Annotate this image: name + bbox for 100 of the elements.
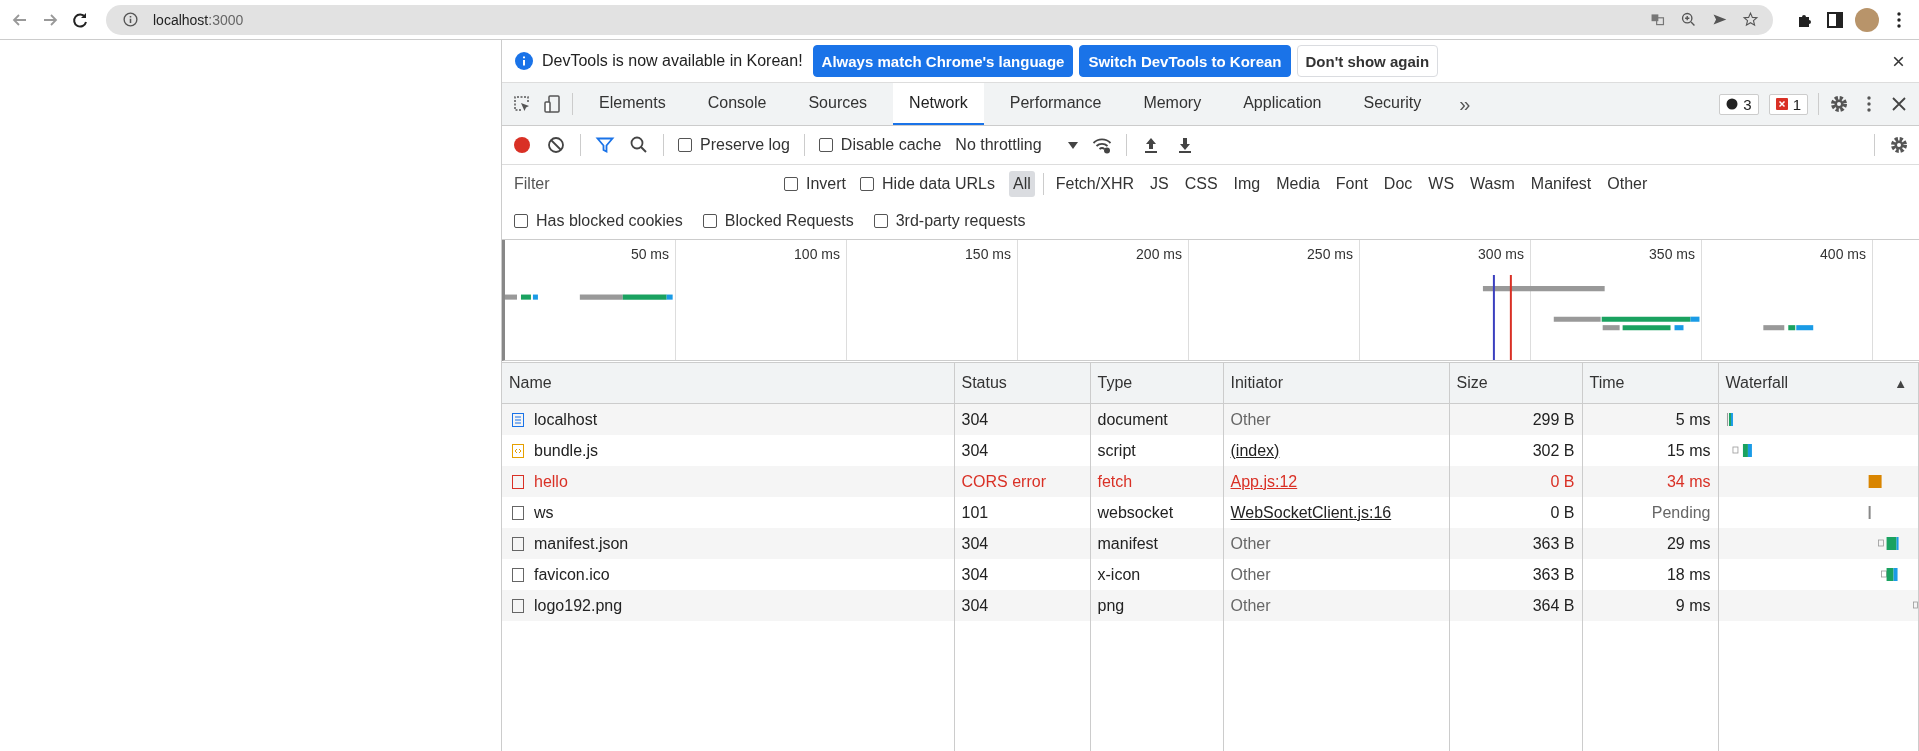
size-text: 0 B	[1550, 503, 1575, 521]
type-filter[interactable]: CSS	[1180, 171, 1222, 197]
checkbox[interactable]	[702, 214, 717, 228]
tick-label: 400 ms	[1820, 246, 1866, 262]
infobar-button[interactable]: Always match Chrome's language	[812, 45, 1074, 77]
devtools-tab[interactable]: Performance	[993, 83, 1118, 125]
filter-checkbox[interactable]: Invert	[784, 175, 846, 193]
request-name[interactable]: hello	[534, 472, 568, 491]
zoom-icon[interactable]	[1680, 11, 1697, 28]
file-icon	[512, 474, 524, 489]
address-bar[interactable]: localhost:3000	[106, 4, 1773, 35]
script-icon	[512, 443, 524, 458]
type-filter[interactable]: Img	[1229, 171, 1265, 197]
info-message: DevTools is now available in Korean!	[542, 52, 803, 70]
status-text: 304	[961, 441, 989, 459]
devtools-tab[interactable]: Security	[1347, 83, 1438, 125]
translate-icon[interactable]	[1649, 11, 1666, 28]
column-header[interactable]: Type	[1090, 363, 1223, 404]
time-text: Pending	[1651, 503, 1711, 521]
column-title: Waterfall	[1725, 374, 1789, 392]
type-filter[interactable]: Fetch/XHR	[1051, 171, 1138, 197]
initiator-link[interactable]: (index)	[1230, 441, 1280, 459]
checkbox-label: Preserve log	[700, 136, 790, 154]
initiator-text: Other	[1230, 534, 1271, 552]
filter-icon[interactable]	[595, 135, 615, 155]
infobar-button[interactable]: Don't show again	[1296, 45, 1439, 77]
error-icon	[1775, 98, 1788, 110]
devtools-tab[interactable]: Sources	[792, 83, 884, 125]
devtools-tab[interactable]: Elements	[583, 83, 682, 125]
column-header[interactable]: Time	[1582, 363, 1718, 404]
tick-label: 150 ms	[965, 246, 1011, 262]
time-text: 34 ms	[1666, 472, 1711, 490]
search-icon[interactable]	[629, 135, 649, 155]
waterfall-queue-mark	[1912, 601, 1918, 608]
column-header[interactable]: Size	[1449, 363, 1582, 404]
star-icon[interactable]	[1742, 11, 1759, 28]
status-text: 304	[961, 596, 989, 614]
request-name[interactable]: logo192.png	[534, 596, 623, 615]
disable-cache-checkbox[interactable]: Disable cache	[818, 136, 942, 154]
initiator-link[interactable]: WebSocketClient.js:16	[1230, 503, 1392, 521]
type-text: websocket	[1097, 503, 1174, 521]
sort-indicator[interactable]: ▲	[1894, 375, 1911, 391]
device-toolbar-icon[interactable]	[542, 94, 562, 114]
request-name[interactable]: localhost	[534, 410, 598, 429]
info-icon[interactable]	[122, 11, 139, 28]
more-tabs[interactable]: »	[1447, 92, 1483, 116]
devtools-tab[interactable]: Console	[691, 83, 783, 125]
type-filter[interactable]: WS	[1424, 171, 1459, 197]
infobar-button[interactable]: Switch DevTools to Korean	[1079, 45, 1291, 77]
inspect-icon[interactable]	[512, 94, 532, 114]
checkbox[interactable]	[514, 214, 528, 228]
devtools-tab[interactable]: Memory	[1127, 83, 1218, 125]
checkbox[interactable]	[818, 138, 833, 152]
type-filter[interactable]: Media	[1272, 171, 1324, 197]
checkbox[interactable]	[873, 214, 888, 228]
issue-counter[interactable]: 1	[1768, 93, 1808, 115]
column-header[interactable]: Waterfall ▲	[1718, 363, 1919, 404]
side-panel-icon[interactable]	[1825, 9, 1845, 30]
column-header[interactable]: Status	[954, 363, 1090, 404]
initiator-link[interactable]: App.js:12	[1230, 472, 1298, 490]
badge-count: 3	[1743, 95, 1752, 113]
filter-checkbox[interactable]: Hide data URLs	[860, 175, 995, 193]
preserve-log-checkbox[interactable]: Preserve log	[678, 136, 790, 154]
type-filter[interactable]: JS	[1146, 171, 1173, 197]
type-filter[interactable]: All	[1008, 171, 1035, 197]
settings-icon[interactable]	[1829, 94, 1849, 114]
size-text: 364 B	[1532, 596, 1575, 614]
tick-label: 350 ms	[1649, 246, 1695, 262]
settings-icon[interactable]	[1889, 135, 1909, 155]
record-icon[interactable]	[512, 135, 532, 155]
clear-icon[interactable]	[546, 135, 566, 155]
type-filter[interactable]: Doc	[1379, 171, 1417, 197]
type-text: png	[1097, 596, 1125, 614]
badge-count: 1	[1792, 95, 1801, 113]
avatar[interactable]	[1855, 7, 1879, 32]
throttling-dropdown[interactable]: No throttling	[955, 136, 1078, 154]
waterfall-bar	[1868, 474, 1882, 488]
type-filter[interactable]: Other	[1603, 171, 1652, 197]
checkbox[interactable]	[678, 138, 692, 152]
type-filter[interactable]: Wasm	[1466, 171, 1519, 197]
type-filter[interactable]: Manifest	[1526, 171, 1596, 197]
column-header[interactable]: Initiator	[1223, 363, 1449, 404]
devtools-tab[interactable]: Application	[1227, 83, 1338, 125]
request-name[interactable]: bundle.js	[534, 441, 599, 460]
column-header[interactable]: Name	[502, 363, 954, 404]
request-name[interactable]: ws	[534, 503, 554, 522]
issue-counter[interactable]: 3	[1719, 93, 1759, 115]
checkbox[interactable]	[860, 177, 874, 191]
request-name[interactable]: favicon.ico	[534, 565, 610, 584]
time-text: 29 ms	[1666, 534, 1711, 552]
type-text: document	[1097, 410, 1168, 428]
type-filter[interactable]: Font	[1331, 171, 1372, 197]
checkbox-label: Hide data URLs	[882, 175, 995, 193]
devtools-tab[interactable]: Network	[893, 83, 984, 125]
file-icon	[512, 536, 524, 551]
request-name[interactable]: manifest.json	[534, 534, 629, 553]
status-text: 304	[961, 565, 989, 583]
file-icon	[512, 567, 524, 582]
checkbox[interactable]	[784, 177, 798, 191]
size-text: 302 B	[1532, 441, 1575, 459]
